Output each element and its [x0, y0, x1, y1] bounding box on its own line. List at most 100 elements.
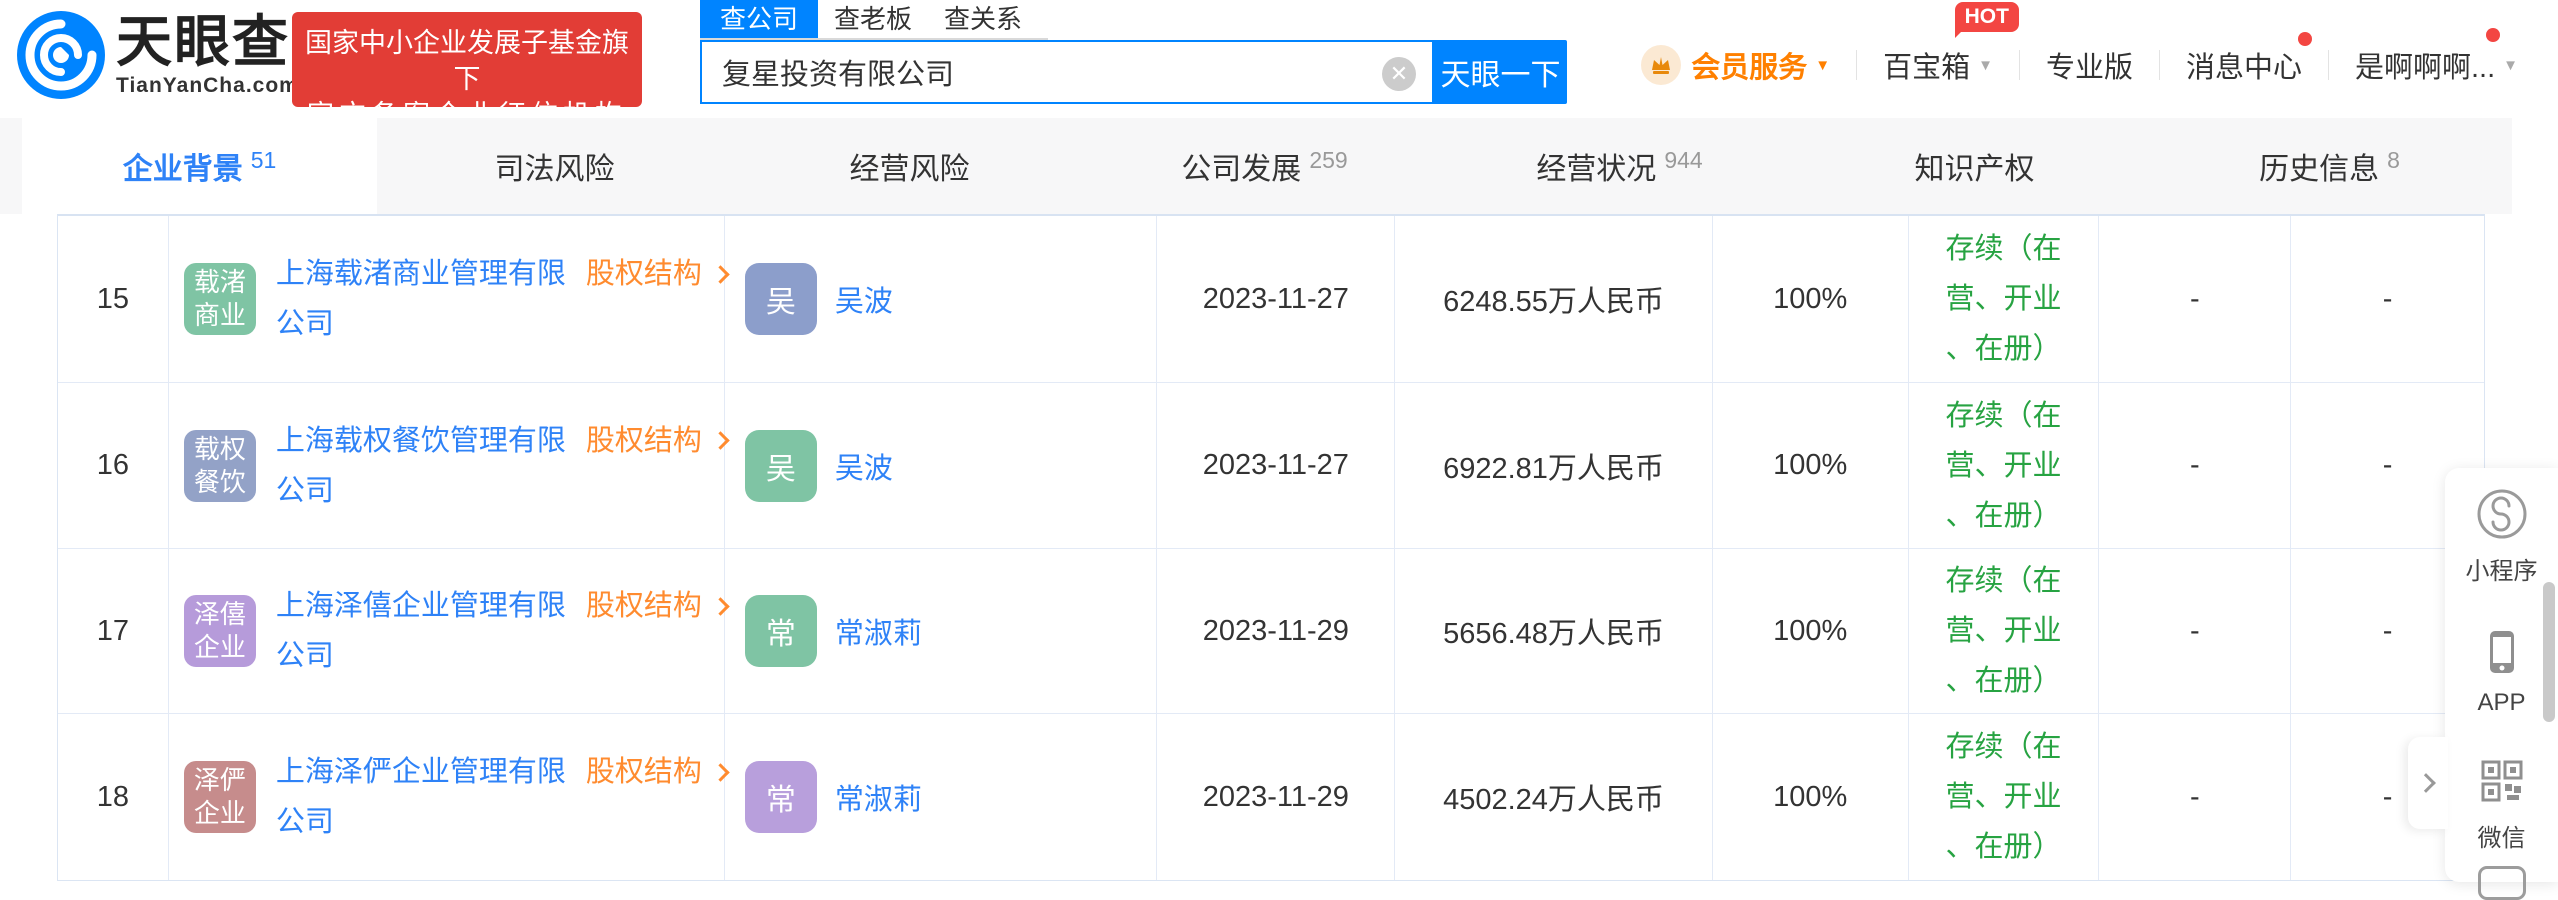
company-logo[interactable]: 泽俨 企业 — [183, 761, 256, 833]
person-name-link[interactable]: 常淑莉 — [835, 776, 922, 818]
company-status: 存续（在营、开业、在册） — [1945, 399, 2062, 532]
register-date: 2023-11-27 — [1202, 449, 1349, 481]
tab-intellectual-property[interactable]: 知识产权 — [1797, 118, 2152, 214]
search-input[interactable] — [722, 55, 1372, 89]
user-name-label: 是啊啊啊... — [2354, 52, 2496, 84]
vip-service-menu[interactable]: 会员服务 ▼ — [1641, 44, 1830, 86]
app-download-button[interactable]: APP — [2445, 626, 2558, 717]
company-name-link[interactable]: 上海载权餐饮管理有限公司 — [276, 416, 576, 516]
equity-structure-link[interactable]: 股权结构 — [586, 249, 730, 299]
qr-code-icon — [2481, 760, 2522, 802]
registered-capital: 6922.81万人民币 — [1443, 452, 1664, 485]
search-tabs: 查公司 查老板 查关系 — [700, 0, 1048, 40]
search-button[interactable]: 天眼一下 — [1434, 40, 1567, 104]
wechat-qr-button[interactable]: 微信 — [2445, 755, 2558, 853]
company-name-link[interactable]: 上海泽僖企业管理有限公司 — [276, 581, 576, 681]
chevron-down-icon: ▼ — [1815, 56, 1831, 74]
person-name-link[interactable]: 吴波 — [835, 278, 893, 320]
mini-program-button[interactable]: 小程序 — [2445, 488, 2558, 586]
brand-domain: TianYanCha.com — [116, 74, 299, 97]
company-nav-tabs: 企业背景 51 司法风险 经营风险 公司发展 259 经营状况 944 知识产权 历史… — [0, 118, 2512, 214]
person-avatar[interactable]: 常 — [744, 595, 817, 667]
tab-search-relation[interactable]: 查关系 — [928, 0, 1038, 38]
equity-structure-link[interactable]: 股权结构 — [586, 747, 730, 797]
header-menu: 会员服务 ▼ 百宝箱 ▼ HOT 专业版 消息中心 是啊啊啊... ▼ — [1641, 2, 2518, 86]
person-avatar[interactable]: 吴 — [744, 263, 817, 335]
pro-version-label: 专业版 — [2045, 52, 2133, 84]
hot-badge: HOT — [1954, 2, 2019, 38]
partial-icon — [2478, 866, 2526, 900]
company-name-link[interactable]: 上海载渚商业管理有限公司 — [276, 249, 576, 349]
tab-judicial-risk[interactable]: 司法风险 — [377, 118, 732, 214]
company-name-link[interactable]: 上海泽俨企业管理有限公司 — [276, 747, 576, 847]
person-name-link[interactable]: 吴波 — [835, 445, 893, 487]
equity-structure-link[interactable]: 股权结构 — [586, 416, 730, 466]
menu-divider — [1856, 50, 1858, 80]
empty-value: - — [2189, 449, 2200, 481]
floating-side-panel: 小程序 APP 微信 — [2445, 468, 2558, 900]
person-avatar[interactable]: 吴 — [744, 429, 817, 502]
company-logo[interactable]: 载渚 商业 — [183, 263, 256, 335]
tab-operating-status[interactable]: 经营状况 944 — [1442, 118, 1797, 214]
certification-badge: 国家中小企业发展子基金旗下 官方备案企业征信机构 — [292, 12, 642, 130]
chevron-right-icon — [2416, 773, 2436, 793]
company-status: 存续（在营、开业、在册） — [1945, 233, 2062, 365]
mini-program-icon — [2477, 489, 2526, 539]
notification-dot — [2297, 32, 2312, 46]
vip-service-label: 会员服务 — [1691, 52, 1808, 84]
pro-version-menu[interactable]: 专业版 — [2046, 44, 2133, 86]
row-index: 16 — [96, 449, 130, 481]
table-row: 15 载渚 商业 上海载渚商业管理有限公司 股权结构 吴 吴波 2023-11-… — [58, 216, 2484, 383]
menu-divider — [2018, 50, 2020, 80]
person-avatar[interactable]: 常 — [744, 761, 817, 833]
investment-table: 15 载渚 商业 上海载渚商业管理有限公司 股权结构 吴 吴波 2023-11-… — [57, 214, 2485, 881]
empty-value: - — [2382, 282, 2393, 315]
clear-search-icon[interactable]: ✕ — [1382, 57, 1416, 91]
company-logo[interactable]: 载权 餐饮 — [183, 429, 256, 502]
message-center-label: 消息中心 — [2185, 52, 2302, 84]
row-index: 17 — [96, 614, 130, 647]
notification-dot — [2486, 28, 2500, 42]
registered-capital: 5656.48万人民币 — [1443, 618, 1664, 650]
toolbox-menu[interactable]: 百宝箱 ▼ HOT — [1883, 2, 2019, 86]
company-logo[interactable]: 泽僖 企业 — [183, 595, 256, 667]
empty-value: - — [2189, 780, 2200, 813]
message-center-menu[interactable]: 消息中心 — [2185, 32, 2312, 86]
panel-expand-button[interactable] — [2408, 737, 2448, 829]
empty-value: - — [2382, 614, 2393, 647]
invest-ratio: 100% — [1773, 780, 1848, 813]
tab-company-background[interactable]: 企业背景 51 — [22, 118, 377, 214]
invest-ratio: 100% — [1773, 614, 1848, 647]
user-account-menu[interactable]: 是啊啊啊... ▼ — [2354, 28, 2518, 86]
register-date: 2023-11-29 — [1202, 614, 1349, 647]
row-index: 18 — [96, 780, 130, 813]
equity-structure-link[interactable]: 股权结构 — [586, 581, 730, 631]
smartphone-icon — [2489, 631, 2514, 673]
table-row: 16 载权 餐饮 上海载权餐饮管理有限公司 股权结构 吴 吴波 2023-11-… — [58, 383, 2484, 549]
person-name-link[interactable]: 常淑莉 — [835, 610, 922, 652]
tab-search-company[interactable]: 查公司 — [700, 0, 819, 38]
menu-divider — [2158, 50, 2160, 80]
empty-value: - — [2189, 614, 2200, 647]
page-scrollbar-thumb[interactable] — [2543, 582, 2555, 722]
invest-ratio: 100% — [1773, 282, 1848, 315]
toolbox-label: 百宝箱 — [1883, 52, 1971, 84]
brand-name: 天眼查 — [116, 10, 290, 73]
tab-operating-risk[interactable]: 经营风险 — [732, 118, 1087, 214]
company-status: 存续（在营、开业、在册） — [1945, 731, 2062, 863]
chevron-down-icon: ▼ — [2503, 56, 2518, 74]
search-module: 查公司 查老板 查关系 ✕ 天眼一下 — [700, 0, 1567, 104]
tianyancha-logo[interactable]: 天眼查 TianYanCha.com — [16, 10, 299, 100]
search-box: ✕ — [700, 40, 1434, 104]
tab-company-development[interactable]: 公司发展 259 — [1087, 118, 1442, 214]
table-row: 18 泽俨 企业 上海泽俨企业管理有限公司 股权结构 常 常淑莉 2023-11… — [58, 714, 2484, 880]
register-date: 2023-11-27 — [1202, 282, 1349, 315]
chevron-down-icon: ▼ — [1978, 56, 1993, 74]
header: 天眼查 TianYanCha.com 国家中小企业发展子基金旗下 官方备案企业征… — [0, 0, 2558, 130]
row-index: 15 — [96, 282, 130, 315]
crown-icon — [1641, 45, 1682, 85]
tab-history-info[interactable]: 历史信息 8 — [2152, 118, 2507, 214]
menu-divider — [2327, 50, 2329, 80]
tab-search-boss[interactable]: 查老板 — [818, 0, 928, 38]
empty-value: - — [2382, 449, 2393, 481]
